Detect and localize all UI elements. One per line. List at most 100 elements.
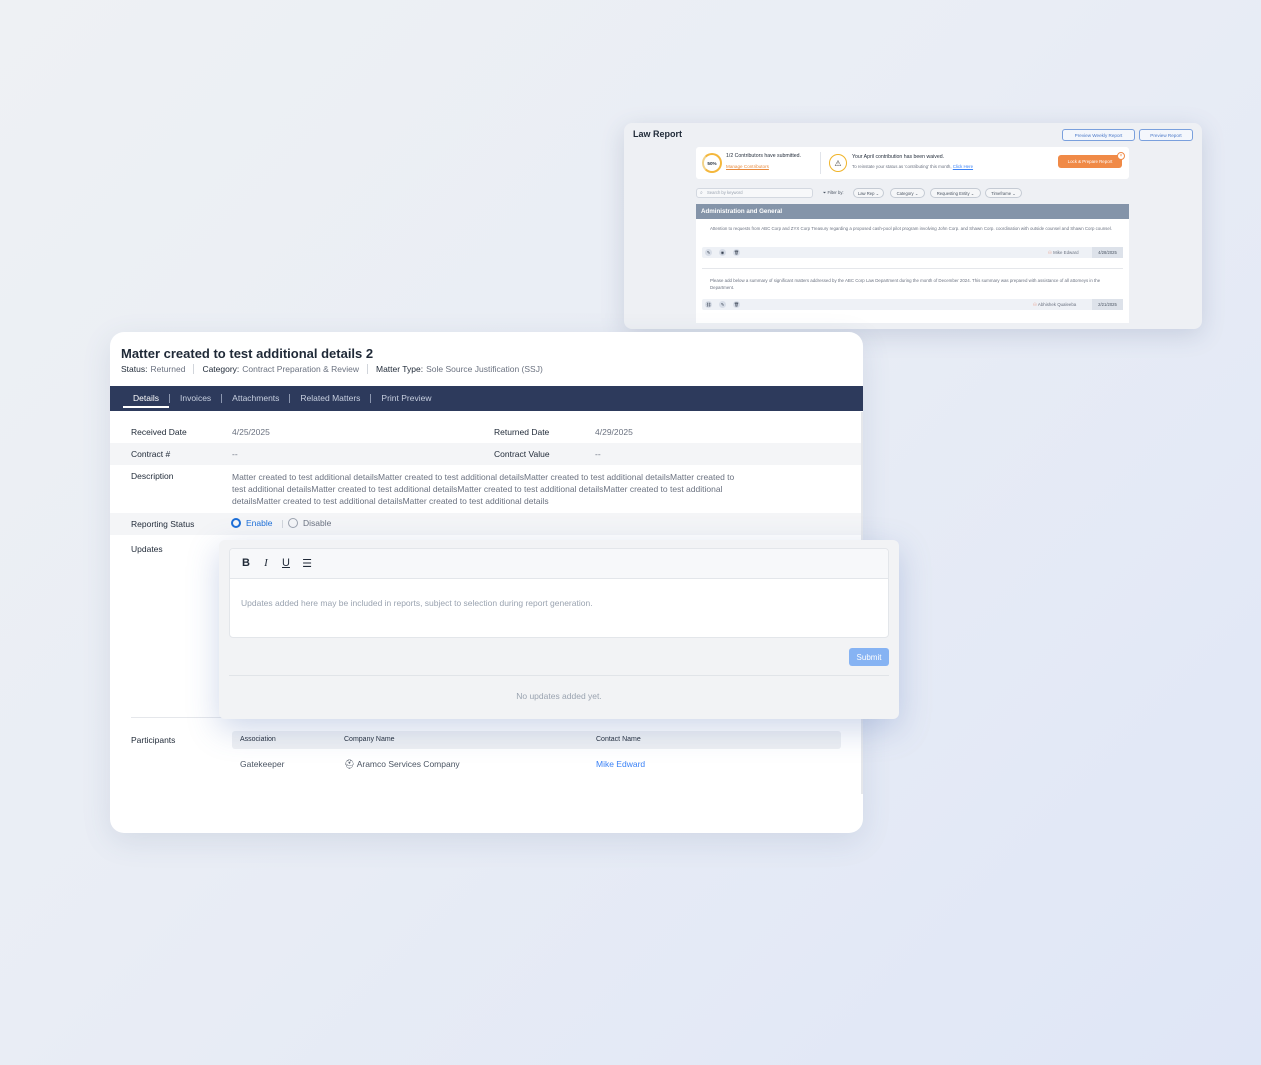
entry-author: ⚇ Abhishek Qualeeba (1033, 302, 1077, 307)
participants-table-header: Association Company Name Contact Name (232, 731, 841, 749)
status-value: Returned (150, 364, 186, 374)
matter-type-value: Sole Source Justification (SSJ) (426, 364, 543, 374)
manage-contributors-link[interactable]: Manage Contributors (726, 164, 769, 169)
waived-subtitle-text: To reinstate your status as 'contributin… (852, 164, 952, 169)
company-icon: ⛑ (344, 759, 355, 769)
reporting-status-row: Reporting Status Enable Disable (110, 513, 863, 535)
preview-weekly-report-button[interactable]: Preview Weekly Report (1062, 129, 1135, 141)
description-label: Description (131, 471, 174, 481)
updates-editor[interactable]: B I U ☰ Updates added here may be includ… (229, 548, 889, 638)
close-badge-icon[interactable]: × (1117, 152, 1125, 160)
user-icon: ⚇ (1033, 302, 1037, 307)
user-icon: ⚇ (1048, 250, 1052, 255)
radio-selected-icon (231, 518, 241, 528)
editor-placeholder: Updates added here may be included in re… (241, 598, 593, 608)
updates-editor-panel: B I U ☰ Updates added here may be includ… (219, 540, 899, 719)
tab-details[interactable]: Details (123, 386, 169, 411)
contribution-status-bar: 50% 1/2 Contributors have submitted. Man… (696, 147, 1129, 179)
filter-timeframe[interactable]: Timeframe ⌄ (985, 188, 1022, 198)
divider (229, 675, 889, 676)
returned-date-label: Returned Date (494, 427, 550, 437)
contract-value-value: -- (595, 449, 601, 459)
divider (282, 520, 283, 528)
tab-related-matters[interactable]: Related Matters (290, 386, 370, 411)
entry-actions-bar: ⛓ ✎ 🗑 ⚇ Abhishek Qualeeba 2/21/2025 (702, 299, 1123, 310)
updates-label: Updates (131, 544, 163, 554)
tab-print-preview[interactable]: Print Preview (371, 386, 441, 411)
category-label: Category: (202, 364, 240, 374)
search-icon: ⌕ (700, 190, 703, 196)
italic-button[interactable]: I (259, 557, 273, 569)
dates-row: Received Date 4/25/2025 Returned Date 4/… (110, 421, 863, 443)
status-label: Status: (121, 364, 148, 374)
received-date-value: 4/25/2025 (232, 427, 270, 437)
participant-company: ⛑ Aramco Services Company (344, 759, 460, 769)
section-header: Administration and General (696, 204, 1129, 219)
law-report-title: Law Report (633, 129, 683, 139)
edit-icon[interactable]: ✎ (705, 249, 712, 256)
waived-subtitle: To reinstate your status as 'contributin… (852, 164, 973, 169)
preview-report-button[interactable]: Preview Report (1139, 129, 1193, 141)
entry-divider (702, 268, 1123, 269)
matter-meta: Status: Returned Category: Contract Prep… (121, 364, 543, 374)
contributors-status-text: 1/2 Contributors have submitted. (726, 153, 801, 159)
radio-unselected-icon (288, 518, 298, 528)
lock-prepare-report-button[interactable]: Lock & Prepare Report (1058, 155, 1122, 168)
bullet-list-icon[interactable]: ☰ (300, 557, 314, 570)
contract-number-label: Contract # (131, 449, 171, 459)
column-header-contact: Contact Name (596, 736, 641, 743)
participant-association: Gatekeeper (240, 759, 285, 769)
disable-label: Disable (303, 518, 332, 528)
search-placeholder: Search by keyword (707, 190, 743, 195)
delete-icon[interactable]: 🗑 (733, 249, 740, 256)
delete-icon[interactable]: 🗑 (733, 301, 740, 308)
column-header-association: Association (240, 736, 276, 743)
filter-law-rep[interactable]: Law Rep ⌄ (853, 188, 884, 198)
progress-ring: 50% (702, 153, 722, 173)
law-report-panel: Law Report Preview Weekly Report Preview… (624, 123, 1202, 329)
edit-icon[interactable]: ✎ (719, 301, 726, 308)
entry-date: 2/21/2025 (1092, 299, 1123, 310)
submit-button[interactable]: Submit (849, 648, 889, 666)
editor-toolbar: B I U ☰ (230, 549, 888, 579)
column-header-company: Company Name (344, 736, 395, 743)
divider (367, 364, 368, 374)
keyword-search-input[interactable]: ⌕ Search by keyword (696, 188, 813, 198)
participant-contact-link[interactable]: Mike Edward (596, 759, 645, 769)
divider (193, 364, 195, 374)
reinstate-link[interactable]: Click Here (953, 164, 973, 169)
tab-bar: Details Invoices Attachments Related Mat… (110, 386, 863, 411)
warning-icon: ⚠ (829, 154, 847, 172)
tab-invoices[interactable]: Invoices (170, 386, 221, 411)
enable-radio[interactable]: Enable (231, 518, 272, 528)
disable-radio[interactable]: Disable (288, 518, 331, 528)
report-entries-list: Attention to requests from ABC Corp and … (696, 219, 1129, 323)
category-value: Contract Preparation & Review (242, 364, 359, 374)
tab-attachments[interactable]: Attachments (222, 386, 289, 411)
received-date-label: Received Date (131, 427, 187, 437)
filter-requesting-entity[interactable]: Requesting Entity ⌄ (930, 188, 981, 198)
waived-title: Your April contribution has been waived. (852, 154, 945, 160)
filter-category[interactable]: Category ⌄ (890, 188, 925, 198)
matter-type-label: Matter Type: (376, 364, 424, 374)
description-row: Description Matter created to test addit… (110, 465, 863, 513)
link-icon[interactable]: ⛓ (705, 301, 712, 308)
description-value: Matter created to test additional detail… (232, 472, 735, 506)
enable-label: Enable (246, 518, 273, 528)
entry-author: ⚇ Mike Edward (1048, 250, 1079, 255)
page-title: Matter created to test additional detail… (121, 346, 374, 361)
contract-row: Contract # -- Contract Value -- (110, 443, 863, 465)
view-icon[interactable]: ◉ (719, 249, 726, 256)
contract-number-value: -- (232, 449, 238, 459)
bold-button[interactable]: B (239, 557, 253, 569)
empty-state-text: No updates added yet. (516, 691, 602, 701)
returned-date-value: 4/29/2025 (595, 427, 633, 437)
underline-button[interactable]: U (279, 557, 293, 569)
entry-actions-bar: ✎ ◉ 🗑 ⚇ Mike Edward 4/28/2025 (702, 247, 1123, 258)
progress-percent: 50% (707, 160, 717, 166)
divider (820, 152, 821, 174)
entry-date: 4/28/2025 (1092, 247, 1123, 258)
contract-value-label: Contract Value (494, 449, 550, 459)
filter-label: ⏷ Filter by: (823, 190, 844, 195)
participants-label: Participants (131, 735, 176, 745)
